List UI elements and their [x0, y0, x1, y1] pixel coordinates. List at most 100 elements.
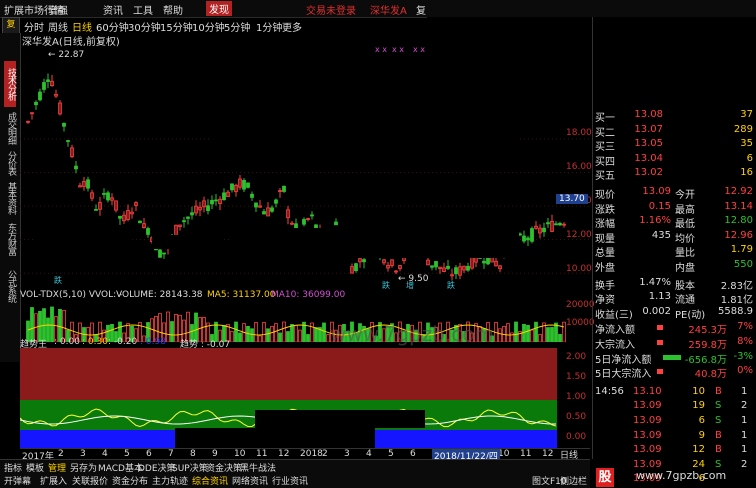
month-tick: 11	[520, 449, 532, 459]
candle-body	[250, 193, 254, 198]
toolbar-tab[interactable]: 另存为	[70, 461, 97, 474]
month-tick: 5	[388, 449, 394, 459]
period-tab[interactable]: 周线	[48, 19, 68, 34]
toolbar-tab[interactable]: 开弹幕	[4, 474, 31, 487]
candle-body	[158, 249, 162, 258]
toolbar-tab[interactable]: 资金分布	[112, 474, 148, 487]
menu-item[interactable]: 发现	[206, 1, 232, 16]
tick-side: B	[715, 444, 722, 456]
period-tab[interactable]: 日线	[72, 19, 92, 34]
toolbar-tab[interactable]: 资金决策	[206, 461, 242, 474]
bid-label: 买一	[595, 113, 615, 124]
toolbar-tab[interactable]: SUP决策	[172, 461, 208, 474]
candle-body	[42, 82, 46, 90]
toolbar-tab[interactable]: 指标	[4, 461, 22, 474]
side-tab[interactable]: 技术分析	[4, 61, 16, 107]
menu-item[interactable]: 工具	[133, 2, 153, 17]
period-tab[interactable]: 更多	[282, 19, 302, 34]
stat-label: 外盘	[595, 263, 615, 274]
tick-side: S	[715, 400, 722, 412]
restore-label[interactable]: 复	[416, 2, 426, 17]
side-tab[interactable]: 成交明细	[4, 109, 16, 147]
y-tick-label: 10.00	[566, 264, 592, 274]
flow-label: 大宗流入	[595, 340, 635, 351]
toolbar-tab[interactable]: 综合资讯	[192, 474, 228, 487]
quote-panel: 买一 13.08 37 买二 13.07 289 买三 13.05 35 买四 13.04 6 买五 13…	[592, 17, 756, 484]
candle-body	[206, 205, 210, 212]
candle-body	[246, 182, 250, 188]
toolbar-tab[interactable]: 行业资讯	[272, 474, 308, 487]
occlusion-block	[175, 428, 375, 448]
toolbar-tab[interactable]: MACD基本	[98, 461, 143, 474]
bid-price: 13.08	[634, 109, 663, 120]
flow-bar	[657, 369, 663, 375]
bid-volume: 35	[740, 138, 753, 150]
flow-value: 40.8万	[694, 369, 727, 381]
stat-value: 1.79	[730, 244, 753, 256]
candle-body	[210, 200, 214, 205]
tick-price: 13.10	[633, 385, 662, 397]
y-tick-label: 18.00	[566, 128, 592, 138]
bid-price: 13.04	[634, 152, 663, 164]
stat-value: 12.92	[724, 186, 753, 197]
toolbar-tab[interactable]: 扩展入	[40, 474, 67, 487]
side-tab[interactable]: 公式系统	[4, 261, 16, 311]
volume-header-item: MA5: 31137.00	[207, 290, 276, 300]
candle-body	[530, 228, 534, 242]
month-tick: 10	[234, 449, 246, 459]
month-tick: 6	[146, 449, 152, 459]
toolbar-tab[interactable]: 管理	[48, 461, 66, 474]
stat-value: 1.81亿	[720, 295, 753, 307]
toolbar-tab[interactable]: 黑牛战法	[240, 461, 276, 474]
period-tab[interactable]: 分时	[24, 19, 44, 34]
toolbar-tab[interactable]: 主力轨迹	[152, 474, 188, 487]
side-tab[interactable]: 分价表	[4, 149, 16, 177]
month-tick: 3	[80, 449, 86, 459]
menu-item[interactable]: 增强	[48, 2, 68, 17]
flow-label: 5日净流入额	[595, 354, 652, 366]
occlusion-block	[229, 228, 519, 258]
tick-volume: 6	[698, 415, 705, 426]
trend-red-zone	[20, 348, 557, 400]
candle-body	[74, 165, 78, 170]
month-tick: 6	[410, 449, 416, 459]
volume-header-item: VOLUME: 28143.38	[116, 290, 203, 300]
toolbar-tab[interactable]: 模板	[26, 461, 44, 474]
period-tab[interactable]: 15分钟	[160, 19, 193, 34]
side-top-icon[interactable]: 复	[2, 17, 20, 34]
side-tab[interactable]: 东方财富	[4, 219, 16, 259]
tick-price: 13.09	[633, 400, 662, 412]
month-tick: 4	[366, 449, 372, 459]
stock-name-warning: 深华发A	[370, 6, 407, 17]
month-tick: 12	[542, 449, 554, 459]
menu-item[interactable]: 帮助	[163, 2, 183, 17]
period-tab[interactable]: 60分钟	[96, 19, 129, 34]
flow-bar	[657, 325, 663, 331]
tick-volume: 19	[692, 400, 705, 412]
menu-item[interactable]: 资讯	[103, 2, 123, 17]
stat-label: 量比	[675, 248, 695, 260]
stat-label: 今开	[675, 190, 695, 201]
tick-time: 14:56	[595, 385, 624, 397]
stat-label: 内盘	[675, 263, 695, 274]
flow-row: 净流入额 245.3万 7%	[593, 321, 755, 336]
trend-header-value: : 0.00	[54, 337, 80, 347]
stat-value: 12.96	[724, 229, 753, 241]
sidebar-toggle-button[interactable]: 侧边栏	[560, 474, 587, 487]
toolbar-tab[interactable]: DDE决策	[138, 461, 176, 474]
toolbar-tab[interactable]: 关联报价	[72, 474, 108, 487]
flow-pct: 0%	[737, 365, 753, 377]
login-warning[interactable]: 交易未登录	[306, 2, 356, 17]
period-tab[interactable]: 10分钟	[192, 19, 225, 34]
flow-row: 大宗流入 259.8万 8%	[593, 336, 755, 351]
candle-body	[106, 192, 110, 201]
stat-value: 5588.9	[718, 305, 753, 317]
side-tab[interactable]: 基本资料	[4, 179, 16, 217]
period-tab[interactable]: 1分钟	[256, 19, 282, 34]
candle-body	[434, 261, 438, 268]
bid-price: 13.07	[634, 123, 663, 135]
period-tab[interactable]: 5分钟	[224, 19, 250, 34]
quote-row: 买四 13.04 6	[593, 153, 755, 168]
toolbar-tab[interactable]: 网络资讯	[232, 474, 268, 487]
period-tab[interactable]: 30分钟	[128, 19, 161, 34]
